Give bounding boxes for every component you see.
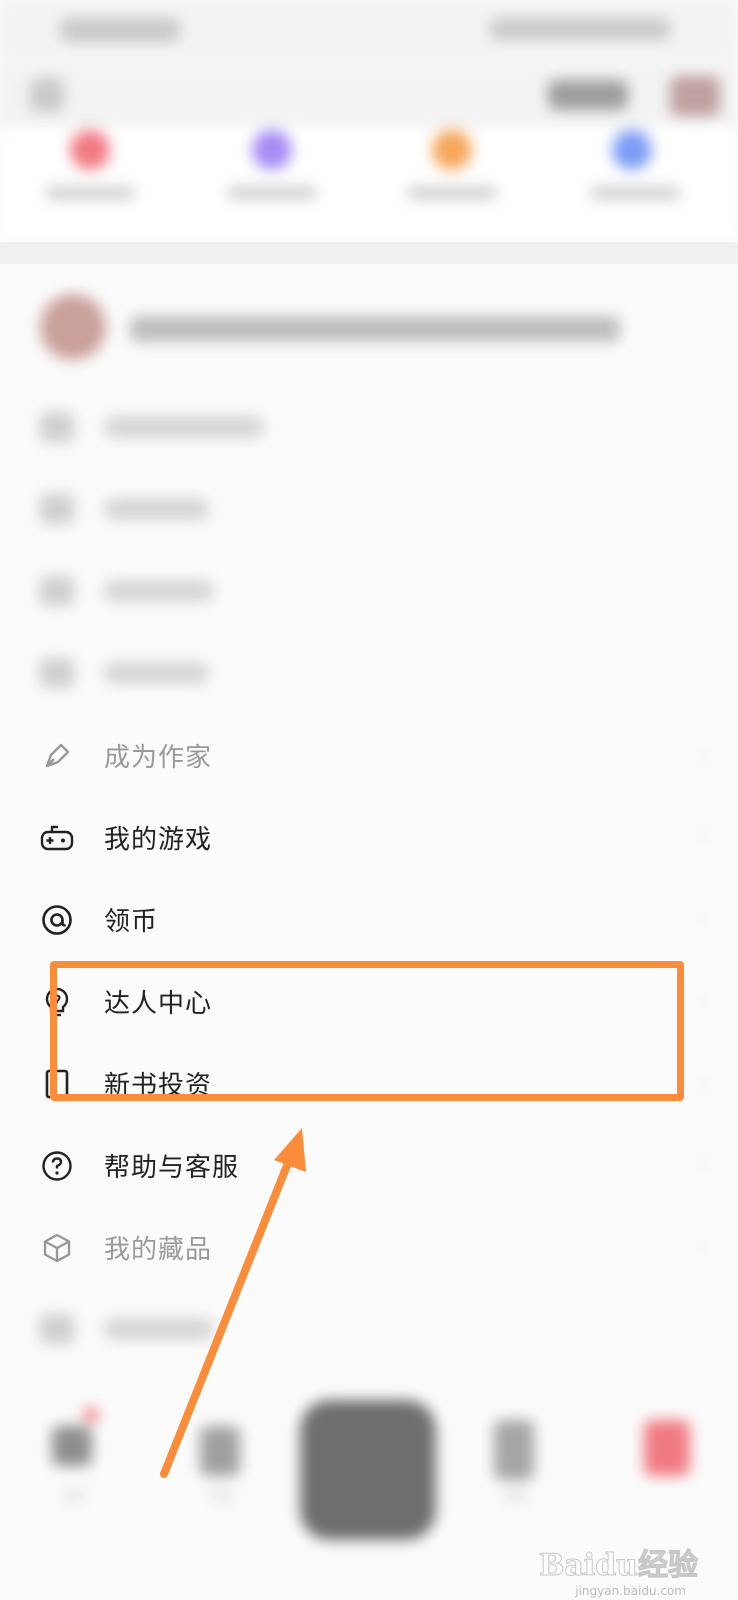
annotation-arrow	[160, 1128, 306, 1478]
watermark-url: jingyan.baidu.com	[575, 1584, 686, 1598]
watermark-logo: Baidu经验	[539, 1548, 699, 1584]
